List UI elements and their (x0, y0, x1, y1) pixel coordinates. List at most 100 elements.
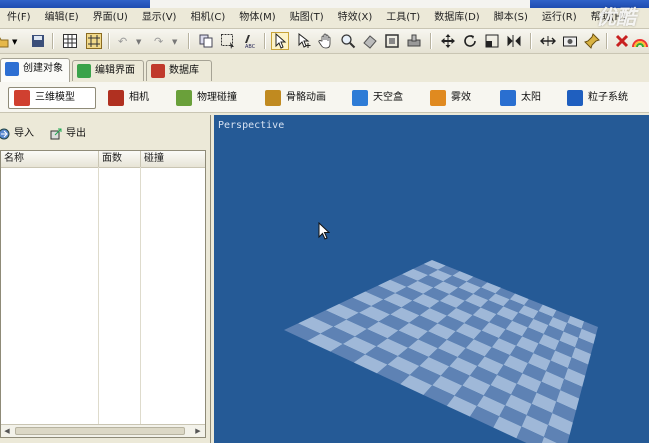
toolbar-separator (264, 33, 266, 49)
skeleton-animation-icon (265, 90, 281, 106)
mirror-icon[interactable] (506, 33, 522, 49)
tab-edit-interface[interactable]: 编辑界面 (72, 60, 144, 81)
main-toolbar: ▼ ↶ ▼ ↷ ▼ ABC (0, 29, 649, 54)
scrollbar-thumb[interactable] (15, 427, 185, 435)
title-strip (150, 0, 530, 8)
object-list-panel: 导入 导出 名称 面数 碰撞 ◀ ▶ (0, 115, 211, 443)
object-list-header: 名称 面数 碰撞 (1, 151, 205, 168)
toolbar-separator (430, 33, 432, 49)
scroll-left-icon[interactable]: ◀ (2, 426, 12, 436)
undo-icon[interactable]: ↶ (118, 35, 127, 48)
tab-particle-system-label: 粒子系统 (588, 92, 628, 103)
text-abc-icon[interactable]: ABC (242, 33, 258, 49)
import-label: 导入 (14, 128, 34, 139)
menu-file[interactable]: 件(F) (0, 8, 38, 28)
menu-database[interactable]: 数据库(D) (427, 8, 487, 28)
sun-icon (500, 90, 516, 106)
menu-script[interactable]: 脚本(S) (487, 8, 535, 28)
window-titlebar (0, 0, 649, 8)
perspective-viewport[interactable]: Perspective (214, 115, 649, 443)
redo-icon[interactable]: ↷ (154, 35, 163, 48)
menu-object[interactable]: 物体(M) (232, 8, 282, 28)
close-x-icon[interactable] (614, 33, 630, 49)
tab-edit-interface-label: 编辑界面 (95, 65, 135, 76)
pointer-plus-icon[interactable] (296, 33, 312, 49)
horizontal-scrollbar[interactable]: ◀ ▶ (1, 424, 205, 437)
scroll-right-icon[interactable]: ▶ (193, 426, 203, 436)
grid-icon[interactable] (62, 33, 78, 49)
redo-dropdown-icon[interactable]: ▼ (172, 38, 177, 46)
viewport-label: Perspective (218, 120, 285, 131)
fog-icon (430, 90, 446, 106)
save-icon[interactable] (30, 33, 46, 49)
tab-skybox-label: 天空盒 (373, 92, 403, 103)
mouse-cursor-icon (318, 222, 330, 240)
menu-run[interactable]: 运行(R) (535, 8, 584, 28)
import-icon (0, 128, 10, 140)
frame-icon[interactable] (384, 33, 400, 49)
menu-view[interactable]: 显示(V) (135, 8, 184, 28)
tab-particle-system[interactable]: 粒子系统 (561, 87, 649, 109)
tab-skybox[interactable]: 天空盒 (346, 87, 422, 109)
undo-dropdown-icon[interactable]: ▼ (136, 38, 141, 46)
panel-tabs: 创建对象 编辑界面 数据库 (0, 58, 649, 83)
create-object-icon (5, 62, 19, 76)
menu-help[interactable]: 帮助(H) (584, 8, 633, 28)
toolbar-separator (188, 33, 190, 49)
object-category-tabs: 三维模型 相机 物理碰撞 骨骼动画 天空盒 雾效 太阳 粒子系统 (0, 82, 649, 113)
tab-fog[interactable]: 雾效 (424, 87, 494, 109)
align-icon[interactable] (540, 33, 556, 49)
column-header-faces[interactable]: 面数 (99, 151, 141, 167)
grid-toggle-icon[interactable] (86, 33, 102, 49)
tab-physics-collision-label: 物理碰撞 (197, 92, 237, 103)
move-icon[interactable] (440, 33, 456, 49)
svg-text:ABC: ABC (245, 44, 256, 49)
tab-camera-label: 相机 (129, 92, 149, 103)
rotate-icon[interactable] (462, 33, 478, 49)
menu-interface[interactable]: 界面(U) (86, 8, 135, 28)
camera-icon[interactable] (562, 33, 578, 49)
tab-skeleton-animation[interactable]: 骨骼动画 (259, 87, 345, 109)
rainbow-icon[interactable] (632, 33, 648, 49)
hand-icon[interactable] (318, 33, 334, 49)
column-header-collision[interactable]: 碰撞 (141, 151, 205, 167)
select-region-icon[interactable] (220, 33, 236, 49)
menu-camera[interactable]: 相机(C) (183, 8, 232, 28)
tab-sun[interactable]: 太阳 (494, 87, 562, 109)
tab-create-object[interactable]: 创建对象 (0, 58, 70, 83)
tab-physics-collision[interactable]: 物理碰撞 (170, 87, 256, 109)
column-header-name[interactable]: 名称 (1, 151, 99, 167)
open-icon[interactable] (0, 33, 10, 49)
export-icon (50, 128, 62, 140)
tab-sun-label: 太阳 (521, 92, 541, 103)
tab-database-label: 数据库 (169, 65, 199, 76)
export-label: 导出 (66, 128, 86, 139)
menu-tools[interactable]: 工具(T) (379, 8, 427, 28)
toolbar-separator (530, 33, 532, 49)
menubar: 件(F) 编辑(E) 界面(U) 显示(V) 相机(C) 物体(M) 贴图(T)… (0, 8, 649, 29)
scale-icon[interactable] (484, 33, 500, 49)
physics-collision-icon (176, 90, 192, 106)
tab-database[interactable]: 数据库 (146, 60, 212, 81)
checkerboard-floor (284, 260, 598, 443)
menu-edit[interactable]: 编辑(E) (38, 8, 86, 28)
stamp-icon[interactable] (406, 33, 422, 49)
database-icon (151, 64, 165, 78)
copy-icon[interactable] (198, 33, 214, 49)
import-button[interactable]: 导入 (0, 125, 40, 143)
open-dropdown-icon[interactable]: ▼ (12, 38, 17, 46)
edit-interface-icon (77, 64, 91, 78)
pointer-icon[interactable] (271, 32, 289, 50)
export-button[interactable]: 导出 (48, 125, 92, 143)
3d-model-icon (14, 90, 30, 106)
eraser-icon[interactable] (362, 33, 378, 49)
tab-3d-model-label: 三维模型 (35, 92, 75, 103)
menu-texture[interactable]: 贴图(T) (283, 8, 331, 28)
object-list[interactable]: 名称 面数 碰撞 ◀ ▶ (0, 150, 206, 438)
zoom-icon[interactable] (340, 33, 356, 49)
toolbar-separator (606, 33, 608, 49)
tab-3d-model[interactable]: 三维模型 (8, 87, 96, 109)
pin-icon[interactable] (584, 33, 600, 49)
menu-effects[interactable]: 特效(X) (331, 8, 380, 28)
tab-camera[interactable]: 相机 (102, 87, 172, 109)
